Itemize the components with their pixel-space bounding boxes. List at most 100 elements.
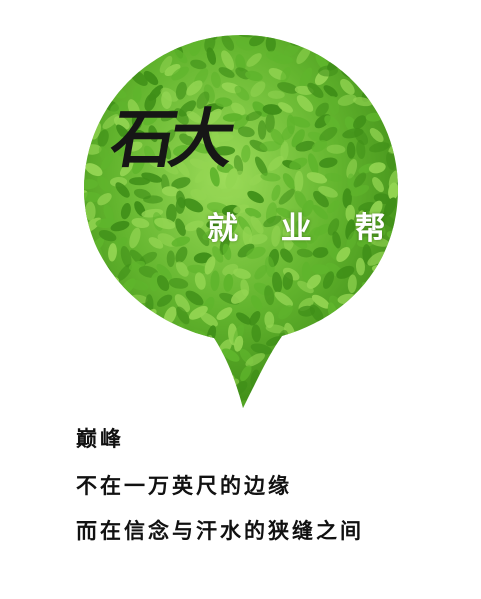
leaf-texture [369, 56, 382, 73]
logo-mark: 石大 [105, 102, 235, 177]
leaf-texture [344, 354, 360, 369]
leaf-texture [271, 384, 282, 401]
leaf-texture [370, 65, 390, 77]
leaf-texture [385, 369, 398, 378]
leaf-texture [194, 379, 207, 397]
leaf-texture [293, 338, 305, 360]
leaf-texture [89, 35, 105, 38]
leaf-texture [367, 367, 385, 377]
leaf-texture [267, 397, 276, 408]
leaf-texture [191, 401, 209, 408]
leaf-texture [138, 326, 158, 340]
leaf-texture [390, 111, 398, 132]
leaf-texture [147, 338, 159, 358]
leaf-texture [96, 333, 110, 347]
leaf-texture [381, 50, 397, 62]
leaf-texture [290, 387, 307, 399]
leaf-texture [292, 372, 312, 384]
leaf-texture [340, 393, 354, 408]
leaf-texture [87, 350, 99, 371]
leaf-texture [93, 369, 114, 380]
leaf-texture [84, 214, 86, 231]
leaf-texture [84, 399, 91, 408]
leaf-speech-bubble-graphic [62, 17, 398, 408]
leaf-texture [98, 288, 113, 303]
leaf-texture [84, 263, 92, 274]
leaf-texture [386, 35, 397, 51]
leaf-texture [85, 400, 100, 408]
leaf-texture [339, 362, 353, 378]
leaf-texture [171, 340, 189, 353]
leaf-texture [321, 364, 336, 383]
leaf-texture [160, 340, 179, 352]
leaf-texture [388, 319, 398, 332]
leaf-texture [293, 354, 307, 372]
leaf-texture [309, 328, 328, 341]
leaf-texture [125, 48, 145, 62]
leaf-texture [365, 296, 387, 309]
leaf-texture [140, 353, 159, 365]
leaf-texture [390, 79, 398, 96]
leaf-texture [328, 382, 341, 398]
leaf-texture [158, 35, 170, 43]
leaf-texture [84, 362, 96, 384]
leaf-texture [312, 349, 325, 367]
leaf-texture [161, 35, 179, 49]
leaf-texture [147, 401, 160, 408]
leaf-texture [193, 367, 211, 378]
leaf-texture [62, 150, 85, 171]
leaf-texture [350, 63, 369, 79]
leaf-texture [129, 399, 142, 408]
leaf-texture [310, 17, 320, 34]
leaf-texture [371, 355, 390, 368]
leaf-texture [115, 379, 125, 400]
leaf-texture [375, 81, 385, 103]
leaf-texture [356, 348, 370, 367]
leaf-texture [84, 50, 100, 65]
leaf-texture [365, 397, 381, 408]
leaf-texture [386, 385, 398, 395]
leaf-texture [373, 97, 392, 106]
leaf-texture [311, 336, 324, 356]
leaf-texture [137, 351, 148, 371]
leaf-texture [142, 35, 158, 38]
leaf-texture [219, 392, 233, 408]
leaf-texture [282, 381, 301, 391]
leaf-texture [372, 341, 390, 353]
poem-line-2: 而在信念与汗水的狭缝之间 [76, 518, 364, 543]
leaf-texture [249, 397, 269, 408]
leaf-texture [93, 70, 114, 81]
leaf-texture [87, 307, 99, 326]
leaf-texture [72, 22, 84, 40]
leaf-texture [350, 56, 368, 65]
leaf-texture [64, 66, 82, 78]
leaf-texture [325, 35, 334, 39]
leaf-texture [341, 39, 357, 52]
leaf-texture [278, 394, 289, 408]
leaf-texture [102, 39, 113, 61]
leaf-texture [144, 363, 158, 382]
leaf-texture [84, 279, 97, 298]
leaf-texture [381, 63, 395, 81]
leaf-texture [84, 355, 87, 372]
leaf-texture [117, 326, 134, 341]
leaf-texture [131, 324, 148, 340]
leaf-texture [68, 36, 79, 56]
leaf-texture [84, 294, 89, 306]
poem-line-1: 不在一万英尺的边缘 [76, 473, 292, 498]
leaf-texture [375, 40, 386, 59]
leaf-texture [326, 356, 346, 368]
leaf-texture [103, 35, 113, 38]
leaf-texture [85, 287, 95, 308]
leaf-texture [339, 336, 358, 350]
leaf-texture [353, 35, 364, 38]
leaf-texture [387, 308, 398, 325]
leaf-texture [70, 307, 83, 326]
leaf-texture [339, 55, 358, 67]
leaf-texture [103, 47, 113, 64]
leaf-texture [390, 267, 398, 282]
leaf-texture [143, 195, 163, 204]
leaf-texture [119, 337, 134, 352]
leaf-texture [84, 233, 87, 246]
leaf-texture [134, 340, 146, 358]
